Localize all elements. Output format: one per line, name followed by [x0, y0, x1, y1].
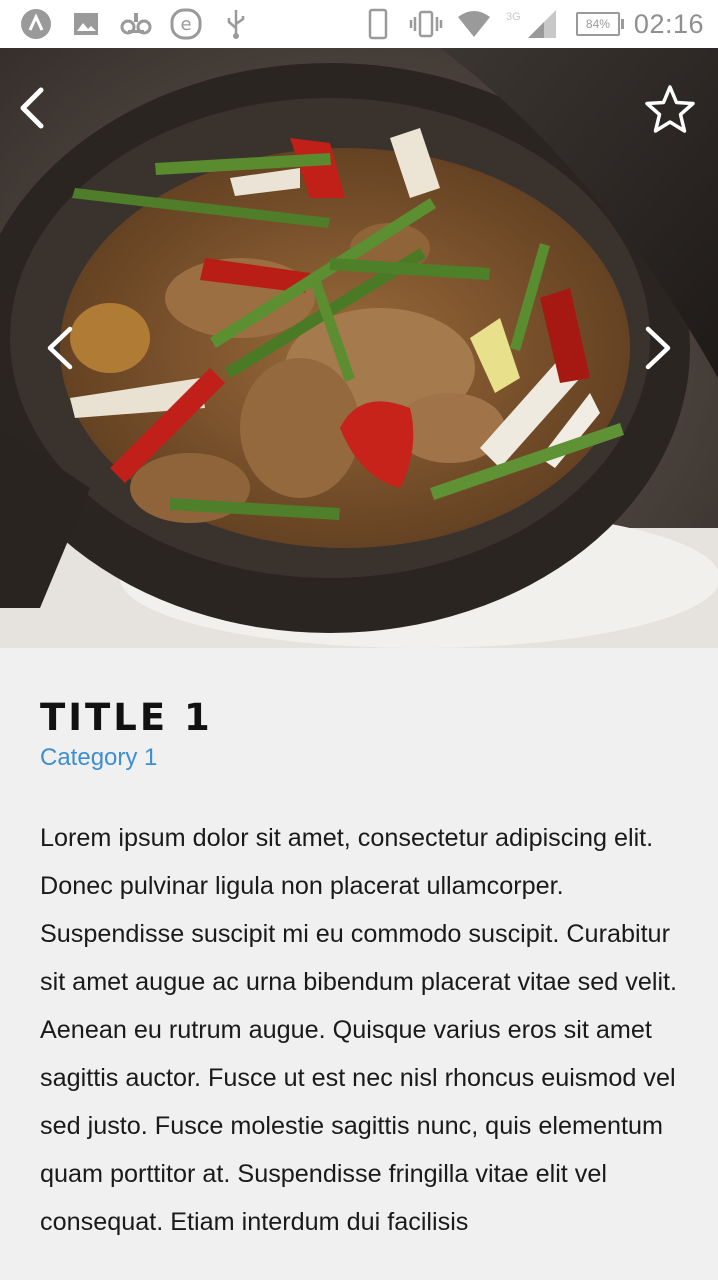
next-image-button[interactable] — [630, 320, 686, 376]
app-notification-icon — [18, 6, 54, 42]
network-type-label: 3G — [506, 11, 521, 23]
e-app-icon: e — [168, 6, 204, 42]
phone-portrait-icon — [360, 6, 396, 42]
usb-icon — [218, 6, 254, 42]
svg-text:e: e — [180, 14, 191, 35]
mobile-signal-icon: 3G — [504, 6, 564, 42]
battery-indicator: 84% — [575, 12, 624, 36]
article-title: TITLE 1 — [40, 696, 213, 739]
notification-icons: e — [18, 6, 254, 42]
food-photo — [0, 48, 718, 648]
star-icon — [645, 85, 695, 133]
vibrate-icon — [408, 6, 444, 42]
chevron-left-icon — [47, 326, 73, 370]
voicemail-icon — [118, 6, 154, 42]
system-icons: 3G 84% 02:16 — [360, 6, 704, 42]
favorite-button[interactable] — [642, 82, 698, 138]
hero-image — [0, 48, 718, 648]
battery-level: 84% — [585, 17, 610, 31]
status-bar: e 3G 84% 02:16 — [0, 0, 718, 48]
chevron-right-icon — [645, 326, 671, 370]
status-clock: 02:16 — [633, 8, 704, 39]
back-arrow-icon — [20, 87, 44, 129]
article-body: Lorem ipsum dolor sit amet, consectetur … — [40, 824, 678, 1236]
image-icon — [68, 6, 104, 42]
previous-image-button[interactable] — [32, 320, 88, 376]
back-button[interactable] — [4, 80, 60, 136]
article-content: TITLE 1 Category 1 Lorem ipsum dolor sit… — [40, 648, 690, 1246]
wifi-icon — [456, 6, 492, 42]
category-link[interactable]: Category 1 — [40, 742, 690, 774]
